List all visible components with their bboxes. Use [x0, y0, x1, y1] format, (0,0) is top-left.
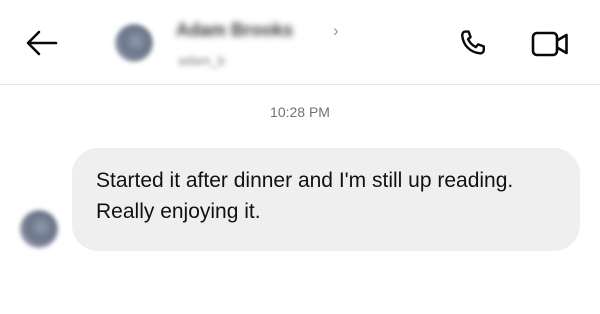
- back-button[interactable]: [22, 25, 62, 61]
- conversation-header: Adam Brooks › adam_b: [0, 0, 600, 85]
- arrow-left-icon: [26, 30, 58, 56]
- message-timestamp: 10:28 PM: [270, 104, 330, 120]
- contact-name[interactable]: Adam Brooks: [176, 20, 293, 41]
- chevron-right-icon[interactable]: ›: [333, 20, 339, 42]
- received-message-bubble[interactable]: Started it after dinner and I'm still up…: [72, 148, 580, 251]
- contact-username: adam_b: [178, 53, 225, 68]
- message-text: Started it after dinner and I'm still up…: [96, 169, 514, 223]
- video-camera-icon: [531, 31, 568, 57]
- contact-avatar[interactable]: [115, 24, 153, 62]
- audio-call-button[interactable]: [455, 26, 491, 62]
- video-call-button[interactable]: [528, 26, 572, 62]
- sender-avatar: [20, 210, 58, 248]
- phone-icon: [461, 30, 485, 55]
- dm-conversation-screen: Adam Brooks › adam_b 10:28 PM Started it…: [0, 0, 600, 314]
